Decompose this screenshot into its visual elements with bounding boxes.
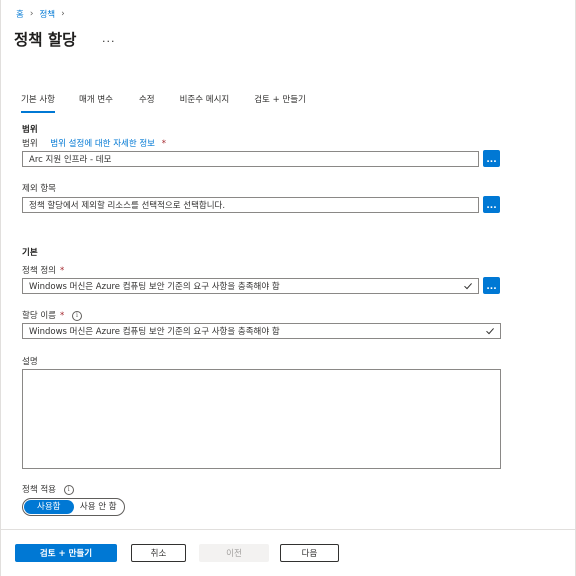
scope-heading: 범위	[22, 125, 38, 135]
checkmark-icon	[486, 328, 494, 335]
previous-button[interactable]: 이전	[199, 544, 269, 562]
chevron-right-icon: ›	[61, 9, 65, 19]
more-options-button[interactable]: ...	[102, 32, 116, 45]
assignment-name-label: 할당 이름	[22, 311, 56, 321]
description-textarea[interactable]	[22, 369, 501, 469]
breadcrumb: 홈 › 정책 ›	[16, 8, 65, 20]
required-asterisk: *	[59, 311, 65, 321]
enforcement-option-enabled[interactable]: 사용함	[24, 500, 74, 514]
footer-divider	[0, 529, 576, 530]
tab-noncompliance-messages[interactable]: 비준수 메시지	[180, 93, 230, 113]
assignment-name-value: Windows 머신은 Azure 컴퓨팅 보안 기준의 요구 사항을 충족해야…	[29, 327, 280, 337]
enforcement-toggle: 사용함 사용 안 함	[22, 498, 125, 516]
breadcrumb-home[interactable]: 홈	[16, 8, 24, 20]
policy-definition-browse-button[interactable]: ...	[483, 277, 500, 294]
tab-bar: 기본 사항 매개 변수 수정 비준수 메시지 검토 + 만들기	[21, 93, 306, 113]
scope-field[interactable]: Arc 지원 인프라 - 데모	[22, 151, 479, 167]
description-label: 설명	[22, 357, 38, 367]
scope-label-row: 범위 범위 설정에 대한 자세한 정보 *	[22, 137, 166, 149]
enforcement-label: 정책 적용	[22, 485, 56, 495]
scope-learn-more-link[interactable]: 범위 설정에 대한 자세한 정보	[50, 139, 155, 149]
scope-browse-button[interactable]: ...	[483, 150, 500, 167]
page-title: 정책 할당	[14, 31, 77, 49]
exclusions-browse-button[interactable]: ...	[483, 196, 500, 213]
required-asterisk: *	[161, 139, 166, 149]
tab-basics[interactable]: 기본 사항	[21, 93, 55, 113]
enforcement-option-disabled[interactable]: 사용 안 함	[74, 500, 124, 514]
chevron-right-icon: ›	[29, 9, 34, 19]
scope-label: 범위	[22, 139, 38, 149]
cancel-button[interactable]: 취소	[131, 544, 186, 562]
policy-definition-label: 정책 정의	[22, 266, 56, 276]
checkmark-icon	[464, 283, 472, 290]
tab-review-create[interactable]: 검토 + 만들기	[254, 93, 306, 113]
policy-definition-field[interactable]: Windows 머신은 Azure 컴퓨팅 보안 기준의 요구 사항을 충족해야…	[22, 278, 479, 294]
info-icon[interactable]: i	[63, 484, 74, 495]
info-icon[interactable]: i	[71, 310, 82, 321]
policy-definition-value: Windows 머신은 Azure 컴퓨팅 보안 기준의 요구 사항을 충족해야…	[29, 282, 280, 292]
assignment-name-field[interactable]: Windows 머신은 Azure 컴퓨팅 보안 기준의 요구 사항을 충족해야…	[22, 323, 501, 339]
review-create-button[interactable]: 검토 + 만들기	[15, 544, 117, 562]
required-asterisk: *	[59, 266, 65, 276]
enforcement-label-row: 정책 적용 i	[22, 483, 74, 495]
exclusions-field[interactable]: 정책 할당에서 제외할 리소스를 선택적으로 선택합니다.	[22, 197, 479, 213]
tab-remediation[interactable]: 수정	[139, 93, 155, 113]
next-button[interactable]: 다음	[280, 544, 339, 562]
assignment-name-label-row: 할당 이름 * i	[22, 309, 82, 321]
tab-parameters[interactable]: 매개 변수	[79, 93, 113, 113]
exclusions-label: 제외 항목	[22, 184, 56, 194]
frame-left-border	[0, 0, 1, 576]
breadcrumb-policy[interactable]: 정책	[39, 8, 55, 20]
policy-definition-label-row: 정책 정의 *	[22, 264, 64, 276]
basics-heading: 기본	[22, 248, 38, 258]
